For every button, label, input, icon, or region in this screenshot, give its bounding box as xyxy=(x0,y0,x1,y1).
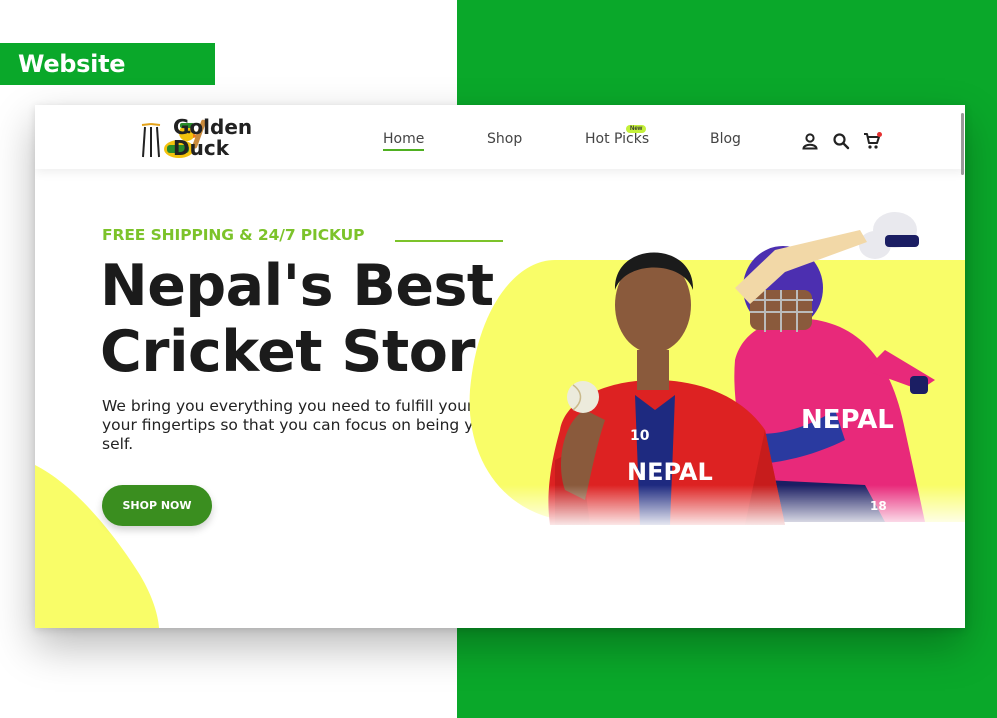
site-header: Golden Duck Home Shop Hot Picks New Blog xyxy=(35,105,965,175)
brand-name-line2: Duck xyxy=(173,136,229,160)
search-icon[interactable] xyxy=(832,132,850,150)
nav-blog[interactable]: Blog xyxy=(710,131,741,147)
nav-hot-picks[interactable]: Hot Picks xyxy=(585,131,649,147)
cart-count-badge xyxy=(877,132,882,137)
shop-now-button[interactable]: SHOP NOW xyxy=(102,485,212,526)
nav-home[interactable]: Home xyxy=(383,131,425,151)
brand-name[interactable]: Golden Duck xyxy=(173,117,252,159)
shipping-eyebrow: FREE SHIPPING & 24/7 PICKUP xyxy=(102,226,365,244)
nav-shop[interactable]: Shop xyxy=(487,131,522,147)
user-icon[interactable] xyxy=(801,132,819,150)
left-jersey-text: NEPAL xyxy=(627,458,713,486)
left-jersey-number: 10 xyxy=(630,428,650,444)
scrollbar[interactable] xyxy=(961,113,964,175)
website-design-tag: Website Design xyxy=(0,43,215,120)
new-badge: New xyxy=(626,125,647,133)
right-jersey-text: NEPAL xyxy=(801,405,894,435)
hero-players-image: NEPAL 18 NEPAL 10 xyxy=(465,212,965,530)
website-mockup: Golden Duck Home Shop Hot Picks New Blog… xyxy=(35,105,965,628)
cricket-ball xyxy=(567,381,599,413)
brand-name-line1: Golden xyxy=(173,115,253,139)
